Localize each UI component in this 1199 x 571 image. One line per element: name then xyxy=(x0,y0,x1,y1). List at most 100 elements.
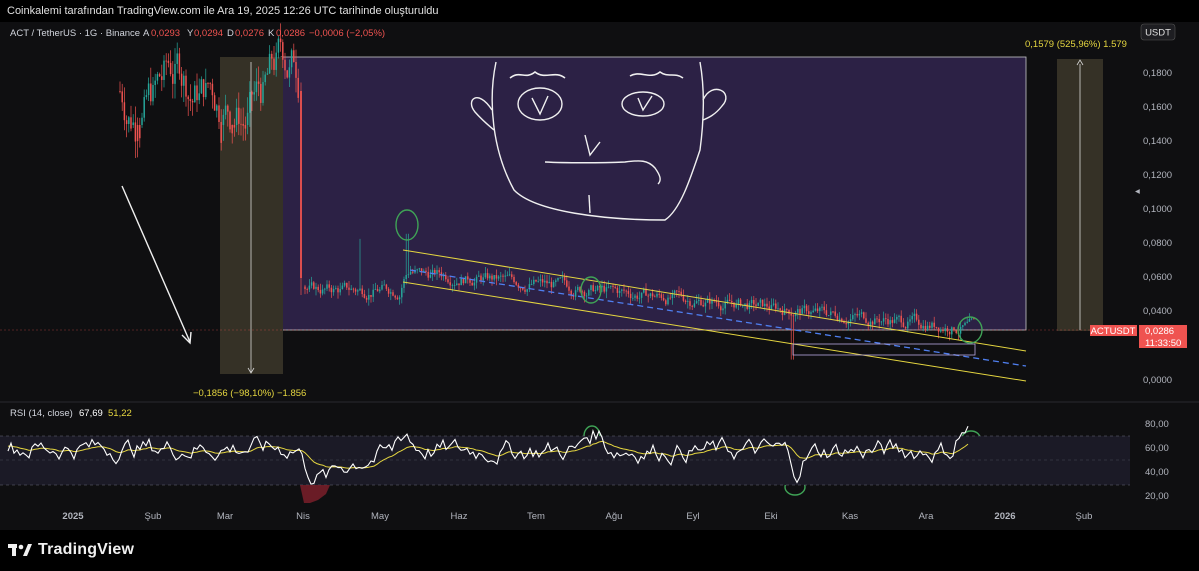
candle-366 xyxy=(926,325,929,331)
candle-125 xyxy=(396,297,399,300)
candle-119 xyxy=(383,284,385,286)
candle-163 xyxy=(480,275,482,281)
candle-322 xyxy=(830,311,832,316)
candle-120 xyxy=(385,284,388,289)
candle-184 xyxy=(526,289,528,292)
candle-24 xyxy=(172,74,174,84)
candle-235 xyxy=(638,297,641,299)
measure-box[interactable] xyxy=(280,56,1027,331)
candle-12 xyxy=(145,95,148,98)
candle-74 xyxy=(282,42,284,60)
brand[interactable]: TradingView xyxy=(8,541,134,559)
svg-text:D: D xyxy=(227,28,234,39)
price-tick-6: 0,0600 xyxy=(1143,272,1172,283)
candle-336 xyxy=(860,312,863,314)
candle-365 xyxy=(924,325,927,331)
candle-314 xyxy=(812,310,814,313)
candle-43 xyxy=(213,95,216,111)
candle-258 xyxy=(689,301,691,306)
candle-76 xyxy=(286,70,288,78)
candle-371 xyxy=(937,327,940,332)
measure-down-box[interactable] xyxy=(220,57,283,374)
time-tick-2: Mar xyxy=(217,511,233,522)
candle-55 xyxy=(240,123,242,125)
candle-354 xyxy=(900,315,902,323)
svg-text:ACTUSDT: ACTUSDT xyxy=(1091,326,1136,337)
candle-255 xyxy=(682,295,685,301)
price-tick-8: 0,0000 xyxy=(1143,375,1172,386)
candle-8 xyxy=(136,125,139,142)
candle-202 xyxy=(566,280,568,287)
candle-149 xyxy=(449,282,451,286)
candle-45 xyxy=(218,105,220,123)
candle-71 xyxy=(275,52,277,70)
price-tick-7: 0,0400 xyxy=(1143,306,1172,317)
time-tick-9: Eki xyxy=(764,511,777,522)
candle-246 xyxy=(662,297,665,301)
candle-115 xyxy=(374,289,377,290)
footer-bar: TradingView xyxy=(0,530,1199,571)
candle-69 xyxy=(271,53,273,59)
candle-112 xyxy=(368,295,370,300)
candle-83 xyxy=(304,286,306,290)
candle-127 xyxy=(401,287,403,298)
candle-78 xyxy=(290,50,293,68)
svg-text:0,0276: 0,0276 xyxy=(235,28,264,39)
currency-button-label[interactable]: USDT xyxy=(1145,28,1171,39)
svg-text:RSI (14, close): RSI (14, close) xyxy=(10,408,73,419)
candle-351 xyxy=(893,319,896,323)
candle-113 xyxy=(370,295,372,297)
candle-144 xyxy=(438,270,440,273)
candle-345 xyxy=(880,321,883,323)
candle-65 xyxy=(262,82,264,103)
candle-86 xyxy=(310,282,313,286)
candle-349 xyxy=(889,320,891,325)
candle-332 xyxy=(852,315,854,320)
candle-280 xyxy=(737,299,740,304)
candle-68 xyxy=(268,53,271,74)
candle-353 xyxy=(898,315,900,317)
candle-211 xyxy=(585,295,588,297)
rsi-tick-3: 20,00 xyxy=(1145,491,1169,502)
svg-text:0,0286: 0,0286 xyxy=(1145,326,1174,337)
rsi-band xyxy=(0,436,1130,485)
candle-252 xyxy=(676,290,678,292)
candle-60 xyxy=(251,91,253,95)
candle-372 xyxy=(940,329,942,332)
time-tick-1: Şub xyxy=(145,511,162,522)
tradingview-logo-icon xyxy=(8,544,32,556)
candle-222 xyxy=(610,285,612,287)
candle-32 xyxy=(189,99,192,101)
candle-0 xyxy=(119,91,121,92)
candle-72 xyxy=(277,38,280,53)
candle-25 xyxy=(174,63,176,84)
candle-239 xyxy=(647,295,649,297)
candle-95 xyxy=(330,287,333,293)
candle-361 xyxy=(915,313,918,320)
candle-176 xyxy=(508,274,511,276)
candle-165 xyxy=(484,273,487,278)
price-tick-2: 0,1400 xyxy=(1143,136,1172,147)
candle-179 xyxy=(515,282,517,285)
candle-23 xyxy=(169,62,172,75)
candle-169 xyxy=(493,275,495,280)
svg-text:K: K xyxy=(268,28,275,39)
candle-212 xyxy=(588,290,590,296)
svg-text:Y: Y xyxy=(187,28,194,39)
candle-384 xyxy=(966,321,968,323)
candle-344 xyxy=(878,318,880,323)
candle-335 xyxy=(858,313,861,316)
candle-90 xyxy=(319,290,322,294)
price-chart[interactable]: ACT / TetherUS · 1G · Binance A 0,0293 Y… xyxy=(0,22,1199,530)
candle-81 xyxy=(297,77,299,98)
candle-337 xyxy=(863,312,865,319)
candle-276 xyxy=(728,299,731,302)
candle-109 xyxy=(361,288,363,295)
candle-248 xyxy=(667,297,669,305)
candle-44 xyxy=(216,105,218,111)
candle-356 xyxy=(904,327,907,329)
candle-242 xyxy=(654,296,656,298)
candle-31 xyxy=(187,96,189,100)
candle-311 xyxy=(805,305,808,312)
candle-288 xyxy=(755,304,757,306)
